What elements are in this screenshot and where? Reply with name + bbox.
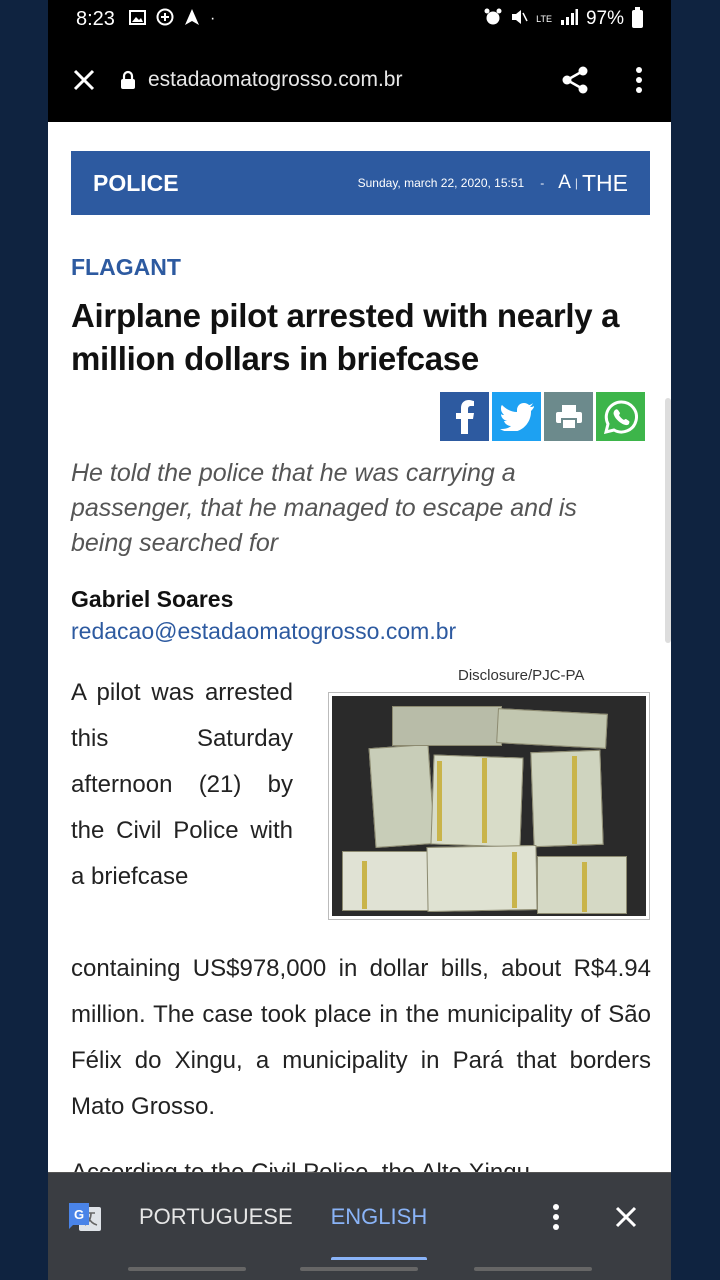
share-icon (562, 66, 588, 94)
section-header: POLICE Sunday, march 22, 2020, 15:51 - A… (71, 151, 650, 215)
twitter-share-button[interactable] (492, 392, 541, 441)
author-name: Gabriel Soares (71, 586, 234, 612)
font-divider: | (574, 176, 578, 190)
gallery-icon (128, 9, 146, 29)
print-button[interactable] (544, 392, 593, 441)
money-stacks-image (332, 696, 646, 916)
page-scrollbar[interactable] (665, 398, 671, 643)
print-icon (555, 404, 582, 430)
location-add-icon (156, 8, 174, 30)
battery-icon (632, 7, 643, 28)
more-vert-icon (553, 1203, 559, 1230)
article-body-wrap: A pilot was arrested this Saturday after… (71, 679, 293, 890)
facebook-icon (455, 399, 474, 434)
phone-screen: 8:23 · LTE 97% estadaomatogrosso.com.br … (48, 0, 671, 1280)
article-headline: Airplane pilot arrested with nearly a mi… (71, 297, 620, 377)
status-time: 8:23 (76, 7, 115, 30)
share-button[interactable] (543, 38, 607, 122)
status-bar: 8:23 · LTE 97% (48, 0, 671, 38)
url-field[interactable]: estadaomatogrosso.com.br (120, 68, 402, 92)
article-body-continued: According to the Civil Police, the Alto … (71, 1158, 651, 1172)
close-tab-button[interactable] (48, 38, 120, 122)
translate-bar: G PORTUGUESE ENGLISH (48, 1172, 671, 1261)
article-page: POLICE Sunday, march 22, 2020, 15:51 - A… (48, 122, 671, 1172)
navigation-icon (184, 8, 200, 30)
lte-icon: LTE (536, 13, 552, 24)
source-language-tab[interactable]: PORTUGUESE (139, 1173, 293, 1261)
browser-url-bar: estadaomatogrosso.com.br (48, 38, 671, 122)
article-body: containing US$978,000 in dollar bills, a… (71, 955, 651, 1120)
signal-icon (560, 9, 578, 29)
dot-icon: · (209, 10, 216, 27)
font-increase-button[interactable]: THE (582, 170, 628, 197)
publish-date: Sunday, march 22, 2020, 15:51 (357, 176, 525, 190)
url-text: estadaomatogrosso.com.br (148, 68, 403, 91)
navigation-bar (48, 1260, 671, 1280)
date-separator: - (540, 176, 545, 190)
more-vert-icon (636, 67, 642, 93)
font-size-controls: A | THE (558, 170, 628, 197)
font-decrease-button[interactable]: A (558, 172, 571, 194)
article-subtitle: He told the police that he was carrying … (71, 459, 577, 557)
translate-close-button[interactable] (591, 1173, 661, 1261)
whatsapp-icon (603, 399, 638, 434)
more-options-button[interactable] (607, 38, 671, 122)
target-language-tab[interactable]: ENGLISH (330, 1173, 427, 1261)
section-label[interactable]: POLICE (93, 170, 179, 197)
lock-icon (120, 70, 136, 90)
photo-credit: Disclosure/PJC-PA (458, 667, 585, 684)
article-photo[interactable] (328, 692, 650, 920)
close-icon (73, 69, 95, 91)
translate-options-button[interactable] (521, 1173, 591, 1261)
twitter-icon (499, 402, 534, 431)
google-translate-icon: G (67, 1199, 103, 1235)
nav-home-button[interactable] (300, 1267, 418, 1271)
alarm-icon (484, 8, 502, 30)
nav-back-button[interactable] (474, 1267, 592, 1271)
close-icon (615, 1206, 637, 1227)
article-kicker: FLAGANT (71, 254, 181, 280)
battery-percent: 97% (585, 8, 624, 29)
author-email-link[interactable]: redacao@estadaomatogrosso.com.br (71, 618, 456, 645)
share-buttons (440, 392, 645, 441)
mute-icon (510, 8, 528, 30)
svg-text:G: G (74, 1207, 84, 1222)
whatsapp-share-button[interactable] (596, 392, 645, 441)
nav-recents-button[interactable] (128, 1267, 246, 1271)
facebook-share-button[interactable] (440, 392, 489, 441)
